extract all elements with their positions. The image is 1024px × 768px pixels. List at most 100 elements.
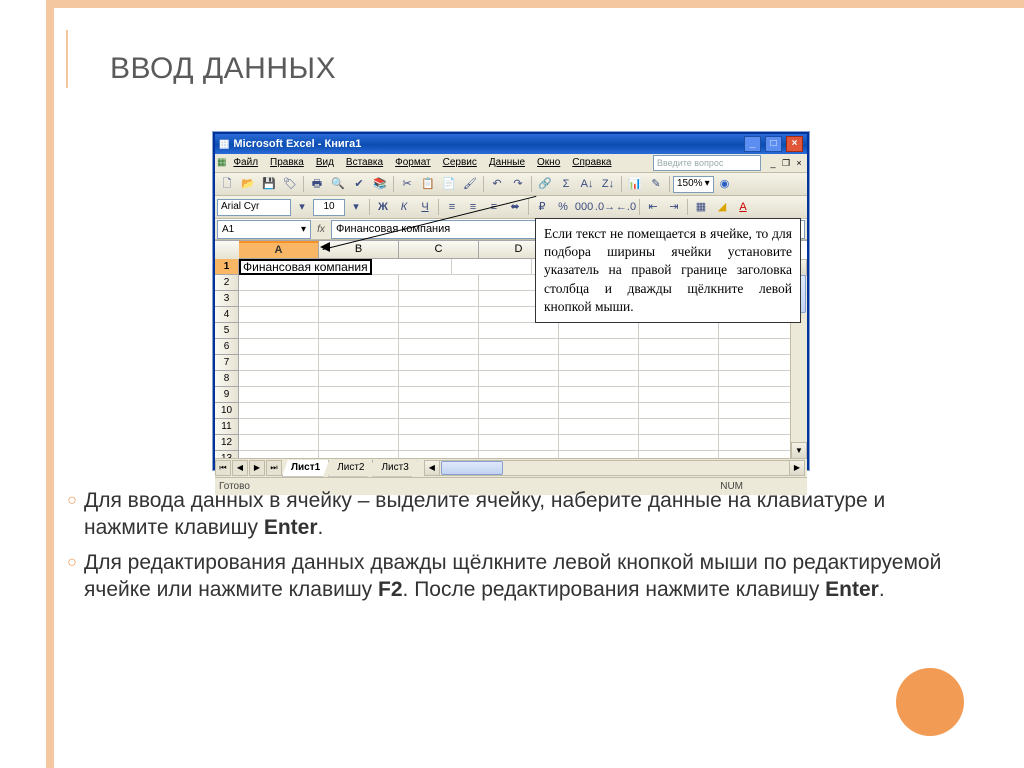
horizontal-scrollbar[interactable]: ◀ ▶	[424, 460, 805, 476]
window-titlebar[interactable]: ▦ Microsoft Excel - Книга1 _ □ ×	[215, 134, 807, 154]
cell[interactable]	[559, 371, 639, 387]
fill-color-icon[interactable]: ◢	[712, 197, 732, 217]
cell[interactable]	[239, 419, 319, 435]
cell[interactable]	[319, 355, 399, 371]
minimize-button[interactable]: _	[744, 136, 761, 152]
increase-decimal-icon[interactable]: .0→	[595, 197, 615, 217]
cell[interactable]	[639, 323, 719, 339]
redo-icon[interactable]: ↷	[508, 174, 528, 194]
cell[interactable]	[399, 403, 479, 419]
cell[interactable]	[559, 419, 639, 435]
cell[interactable]	[479, 419, 559, 435]
cell[interactable]	[639, 387, 719, 403]
tab-nav-last-icon[interactable]: ⏭	[266, 460, 282, 476]
ask-question-input[interactable]: Введите вопрос	[653, 155, 761, 171]
row-header-6[interactable]: 6	[215, 339, 239, 355]
cell[interactable]	[319, 403, 399, 419]
row-header-10[interactable]: 10	[215, 403, 239, 419]
doc-restore-button[interactable]: ❐	[780, 157, 792, 169]
chevron-down-icon[interactable]: ▾	[346, 197, 366, 217]
select-all-corner[interactable]	[215, 241, 240, 260]
cell[interactable]	[399, 387, 479, 403]
menu-format[interactable]: Формат	[390, 157, 436, 169]
cell[interactable]	[399, 291, 479, 307]
doc-minimize-button[interactable]: _	[767, 157, 779, 169]
cell[interactable]	[559, 355, 639, 371]
cell[interactable]	[719, 387, 791, 403]
new-icon[interactable]: 🗋	[217, 174, 237, 194]
menu-edit[interactable]: Правка	[265, 157, 309, 169]
cell[interactable]	[399, 339, 479, 355]
autosum-icon[interactable]: Σ	[556, 174, 576, 194]
cell[interactable]	[319, 387, 399, 403]
cell[interactable]	[239, 435, 319, 451]
cell[interactable]	[479, 403, 559, 419]
cell[interactable]	[719, 339, 791, 355]
cell[interactable]	[239, 307, 319, 323]
cell[interactable]	[239, 291, 319, 307]
cell[interactable]	[639, 355, 719, 371]
cell[interactable]	[719, 355, 791, 371]
research-icon[interactable]: 📚	[370, 174, 390, 194]
open-icon[interactable]: 📂	[238, 174, 258, 194]
paste-icon[interactable]: 📄	[439, 174, 459, 194]
help-icon[interactable]: ◉	[715, 174, 735, 194]
cell[interactable]	[239, 323, 319, 339]
cell[interactable]	[399, 371, 479, 387]
bold-icon[interactable]: Ж	[373, 197, 393, 217]
cell[interactable]	[559, 387, 639, 403]
row-header-11[interactable]: 11	[215, 419, 239, 435]
cell[interactable]	[719, 419, 791, 435]
row-header-7[interactable]: 7	[215, 355, 239, 371]
cell[interactable]	[239, 371, 319, 387]
col-header-a[interactable]: A	[239, 241, 319, 259]
scroll-down-icon[interactable]: ▼	[791, 442, 807, 459]
decrease-indent-icon[interactable]: ⇤	[643, 197, 663, 217]
sheet-tab-2[interactable]: Лист2	[328, 460, 373, 477]
borders-icon[interactable]: ▦	[691, 197, 711, 217]
cell[interactable]	[239, 355, 319, 371]
cell[interactable]	[239, 387, 319, 403]
sheet-tab-1[interactable]: Лист1	[282, 460, 329, 477]
cell[interactable]	[559, 323, 639, 339]
comma-icon[interactable]: 000	[574, 197, 594, 217]
chevron-down-icon[interactable]: ▾	[292, 197, 312, 217]
cell[interactable]	[239, 275, 319, 291]
hyperlink-icon[interactable]: 🔗	[535, 174, 555, 194]
row-header-12[interactable]: 12	[215, 435, 239, 451]
cell[interactable]	[319, 339, 399, 355]
hscroll-thumb[interactable]	[441, 461, 503, 475]
cell[interactable]	[319, 371, 399, 387]
cell[interactable]	[399, 435, 479, 451]
cell[interactable]	[239, 403, 319, 419]
font-size-selector[interactable]: 10	[313, 199, 345, 216]
cell[interactable]	[719, 403, 791, 419]
menu-window[interactable]: Окно	[532, 157, 565, 169]
cell-b1[interactable]	[372, 259, 452, 275]
scroll-right-icon[interactable]: ▶	[789, 461, 804, 475]
format-painter-icon[interactable]: 🖌	[460, 174, 480, 194]
menu-file[interactable]: Файл	[228, 157, 263, 169]
sort-asc-icon[interactable]: A↓	[577, 174, 597, 194]
permission-icon[interactable]: 🏷	[280, 174, 300, 194]
increase-indent-icon[interactable]: ⇥	[664, 197, 684, 217]
font-color-icon[interactable]: A	[733, 197, 753, 217]
cell[interactable]	[639, 339, 719, 355]
menu-tools[interactable]: Сервис	[438, 157, 482, 169]
menu-data[interactable]: Данные	[484, 157, 530, 169]
underline-icon[interactable]: Ч	[415, 197, 435, 217]
tab-nav-first-icon[interactable]: ⏮	[215, 460, 231, 476]
col-header-c[interactable]: C	[399, 241, 479, 259]
row-header-9[interactable]: 9	[215, 387, 239, 403]
cell[interactable]	[559, 339, 639, 355]
cell[interactable]	[319, 291, 399, 307]
cell[interactable]	[399, 275, 479, 291]
cell[interactable]	[319, 435, 399, 451]
cell[interactable]	[719, 323, 791, 339]
sort-desc-icon[interactable]: Z↓	[598, 174, 618, 194]
close-button[interactable]: ×	[786, 136, 803, 152]
sheet-tab-3[interactable]: Лист3	[372, 460, 417, 477]
menu-help[interactable]: Справка	[567, 157, 616, 169]
cell[interactable]	[239, 339, 319, 355]
undo-icon[interactable]: ↶	[487, 174, 507, 194]
